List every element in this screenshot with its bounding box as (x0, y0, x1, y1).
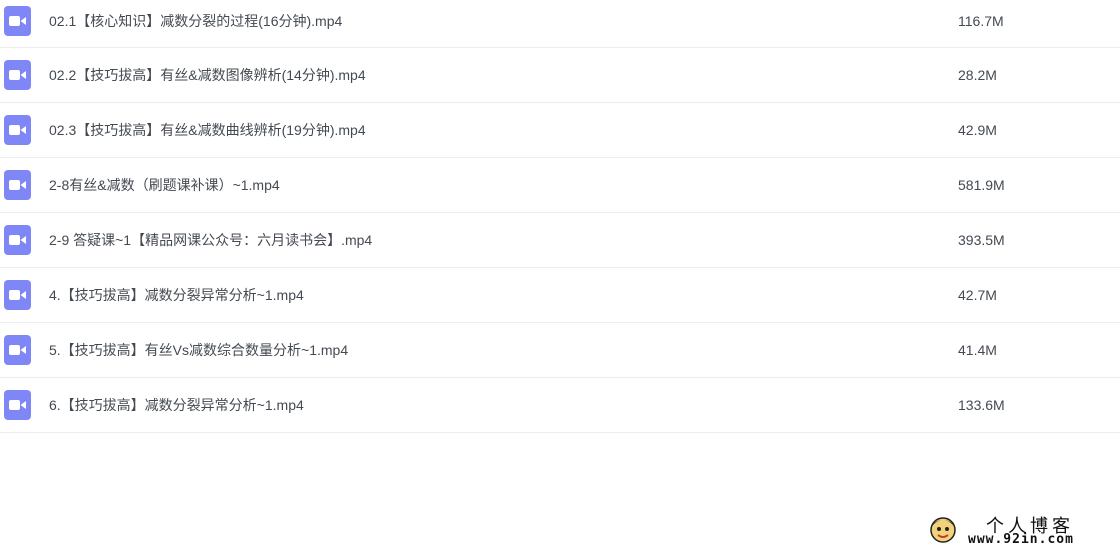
watermark: 个人博客 www.92in.com (926, 512, 1120, 551)
file-size: 42.7M (958, 287, 997, 303)
file-size: 133.6M (958, 397, 1005, 413)
file-name[interactable]: 4.【技巧拔高】减数分裂异常分析~1.mp4 (49, 285, 304, 305)
file-row[interactable]: 6.【技巧拔高】减数分裂异常分析~1.mp4 133.6M (0, 378, 1120, 433)
video-file-icon (4, 5, 31, 36)
file-row[interactable]: 2-8有丝&减数（刷题课补课）~1.mp4 581.9M (0, 158, 1120, 213)
video-file-icon (4, 280, 31, 310)
file-name[interactable]: 6.【技巧拔高】减数分裂异常分析~1.mp4 (49, 395, 304, 415)
video-file-icon (4, 335, 31, 365)
file-list: 02.1【核心知识】减数分裂的过程(16分钟).mp4 116.7M 02.2【… (0, 0, 1120, 433)
file-size: 393.5M (958, 232, 1005, 248)
video-file-icon (4, 225, 31, 255)
file-row[interactable]: 2-9 答疑课~1【精品网课公众号：六月读书会】.mp4 393.5M (0, 213, 1120, 268)
watermark-url: www.92in.com (968, 532, 1074, 547)
file-name[interactable]: 02.2【技巧拔高】有丝&减数图像辨析(14分钟).mp4 (49, 65, 366, 85)
file-size: 28.2M (958, 67, 997, 83)
file-name[interactable]: 5.【技巧拔高】有丝Vs减数综合数量分析~1.mp4 (49, 340, 348, 360)
file-row[interactable]: 02.1【核心知识】减数分裂的过程(16分钟).mp4 116.7M (0, 0, 1120, 48)
file-row[interactable]: 02.2【技巧拔高】有丝&减数图像辨析(14分钟).mp4 28.2M (0, 48, 1120, 103)
file-size: 116.7M (958, 12, 1004, 29)
file-name[interactable]: 02.1【核心知识】减数分裂的过程(16分钟).mp4 (49, 11, 342, 31)
file-row[interactable]: 5.【技巧拔高】有丝Vs减数综合数量分析~1.mp4 41.4M (0, 323, 1120, 378)
file-row[interactable]: 4.【技巧拔高】减数分裂异常分析~1.mp4 42.7M (0, 268, 1120, 323)
file-row[interactable]: 02.3【技巧拔高】有丝&减数曲线辨析(19分钟).mp4 42.9M (0, 103, 1120, 158)
file-name[interactable]: 2-8有丝&减数（刷题课补课）~1.mp4 (49, 175, 280, 195)
video-file-icon (4, 115, 31, 145)
file-size: 41.4M (958, 342, 997, 358)
cartoon-avatar-icon (928, 514, 958, 544)
file-name[interactable]: 2-9 答疑课~1【精品网课公众号：六月读书会】.mp4 (49, 230, 372, 250)
video-file-icon (4, 60, 31, 90)
file-name[interactable]: 02.3【技巧拔高】有丝&减数曲线辨析(19分钟).mp4 (49, 120, 366, 140)
video-file-icon (4, 170, 31, 200)
video-file-icon (4, 390, 31, 420)
file-size: 42.9M (958, 122, 997, 138)
file-size: 581.9M (958, 177, 1005, 193)
